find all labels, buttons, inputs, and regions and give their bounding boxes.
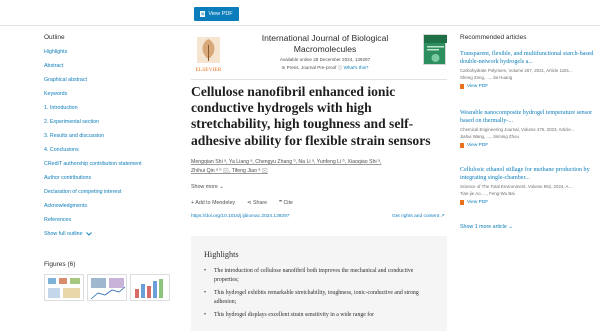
author-line-2[interactable]: Zhihui Qin ᵃ ᵇ 🖂, Tifeng Jiao ᵃ 🖂: [191, 167, 451, 176]
outline-item-conclusions[interactable]: 4. Conclusions: [44, 147, 174, 161]
recommended-article-authors: Tian-jie Ao, ..., Feng-Wu Bai: [460, 190, 515, 196]
add-mendeley-button[interactable]: + Add to Mendeley: [191, 200, 235, 206]
recommended-article: Transparent, flexible, and multifunction…: [460, 50, 595, 89]
share-button[interactable]: ⋖ Share: [247, 200, 267, 206]
elsevier-wordmark: ELSEVIER: [196, 67, 222, 73]
in-press-status: In Press, Journal Pre-proof ⓘ What's thi…: [281, 65, 369, 70]
highlights-heading: Highlights: [204, 250, 239, 259]
outline-item-highlights[interactable]: Highlights: [44, 49, 174, 63]
article-actions: + Add to Mendeley ⋖ Share ❞ Cite: [191, 200, 293, 206]
figure-thumbnail[interactable]: [44, 274, 84, 301]
recommended-article-authors: Sheng Zeng, ..., Jia Huang: [460, 74, 513, 80]
view-pdf-label: View PDF: [208, 11, 233, 17]
outline-sidebar: Outline Highlights Abstract Graphical ab…: [44, 34, 174, 237]
chevron-down-icon: [85, 232, 92, 236]
in-press-label: In Press, Journal Pre-proof: [281, 65, 337, 70]
journal-name[interactable]: International Journal of Biological Macr…: [235, 33, 415, 55]
recommended-article-source: Science of The Total Environment, Volume…: [460, 183, 573, 189]
journal-name-line1: International Journal of Biological: [261, 33, 389, 43]
top-toolbar: ▤ View PDF: [0, 0, 600, 26]
show-more-articles-link[interactable]: Show 1 more article ⌄: [460, 224, 513, 230]
chevron-down-icon: ⌄: [219, 184, 224, 190]
figure-thumbnail[interactable]: [87, 274, 127, 301]
outline-title: Outline: [44, 34, 65, 41]
article-title: Cellulose nanofibril enhanced ionic cond…: [191, 84, 431, 148]
author-line-1[interactable]: Mengqian Shi ᵃ, Ya Liang ᵃ, Chengyu Zhan…: [191, 158, 451, 167]
pdf-icon: ▤: [200, 11, 206, 17]
recommended-view-pdf[interactable]: View PDF: [460, 142, 595, 148]
highlight-item: The introduction of cellulose nanofibril…: [204, 267, 424, 285]
figures-grid: [44, 274, 170, 301]
recommended-heading: Recommended articles: [460, 34, 527, 41]
recommended-article-title[interactable]: Cellulosic ethanol stillage for methane …: [460, 166, 595, 183]
outline-item-keywords[interactable]: Keywords: [44, 91, 174, 105]
figure-thumbnail[interactable]: [130, 274, 170, 301]
recommended-article: Wearable nanocomposite hydrogel temperat…: [460, 109, 595, 148]
pdf-icon: [460, 199, 464, 205]
highlight-item: This hydrogel exhibits remarkable stretc…: [204, 289, 424, 307]
journal-name-line2: Macromolecules: [293, 44, 357, 54]
show-more-link[interactable]: Show more ⌄: [191, 184, 224, 190]
recommended-article: Cellulosic ethanol stillage for methane …: [460, 166, 595, 205]
outline-item-acknowledgments[interactable]: Acknowledgments: [44, 203, 174, 217]
outline-list: Highlights Abstract Graphical abstract K…: [44, 49, 174, 231]
highlights-list: The introduction of cellulose nanofibril…: [204, 267, 424, 324]
chevron-down-icon: ⌄: [508, 224, 513, 230]
rights-label: Get rights and content: [392, 214, 440, 219]
show-full-outline-label: Show full outline: [44, 231, 83, 237]
pdf-icon: [460, 142, 464, 148]
available-online: Available online 28 December 2024, 13929…: [279, 57, 371, 62]
recommended-article-title[interactable]: Wearable nanocomposite hydrogel temperat…: [460, 109, 595, 126]
view-pdf-label: View PDF: [467, 199, 489, 205]
show-more-articles-label: Show 1 more article: [460, 224, 507, 230]
rights-link[interactable]: Get rights and content ↗: [392, 214, 445, 219]
view-pdf-button[interactable]: ▤ View PDF: [194, 7, 239, 21]
show-more-label: Show more: [191, 184, 218, 190]
cite-button[interactable]: ❞ Cite: [279, 200, 293, 206]
share-label: Share: [252, 200, 268, 206]
pdf-icon: [460, 83, 464, 89]
outline-item-introduction[interactable]: 1. Introduction: [44, 105, 174, 119]
outline-item-credit[interactable]: CRediT authorship contribution statement: [44, 161, 174, 175]
outline-item-declaration[interactable]: Declaration of competing interest: [44, 189, 174, 203]
outline-item-results[interactable]: 3. Results and discussion: [44, 133, 174, 147]
recommended-view-pdf[interactable]: View PDF: [460, 199, 595, 205]
figures-heading: Figures (6): [44, 261, 76, 268]
highlight-item: This hydrogel displays excellent strain …: [204, 311, 424, 320]
outline-item-author-contributions[interactable]: Author contributions: [44, 175, 174, 189]
show-full-outline-link[interactable]: Show full outline: [44, 231, 174, 237]
recommended-article-title[interactable]: Transparent, flexible, and multifunction…: [460, 50, 595, 67]
header-divider: [191, 79, 447, 80]
journal-cover-image[interactable]: [423, 34, 447, 65]
doi-link[interactable]: https://doi.org/10.1016/j.ijbiomac.2024.…: [191, 214, 289, 219]
outline-item-graphical-abstract[interactable]: Graphical abstract: [44, 77, 174, 91]
view-pdf-label: View PDF: [467, 142, 489, 148]
recommended-article-source: Carbohydrate Polymers, Volume 267, 2021,…: [460, 67, 573, 73]
outline-item-experimental[interactable]: 2. Experimental section: [44, 119, 174, 133]
outline-item-abstract[interactable]: Abstract: [44, 63, 174, 77]
outline-item-references[interactable]: References: [44, 217, 174, 231]
recommended-article-authors: Jiahui Wang, ..., Jinming Zhou: [460, 133, 519, 139]
external-link-icon: ↗: [440, 214, 445, 219]
recommended-view-pdf[interactable]: View PDF: [460, 83, 595, 89]
add-mendeley-label: Add to Mendeley: [195, 200, 236, 206]
cite-label: Cite: [283, 200, 293, 206]
elsevier-logo[interactable]: ELSEVIER: [191, 35, 226, 75]
view-pdf-label: View PDF: [467, 83, 489, 89]
recommended-article-source: Chemical Engineering Journal, Volume 476…: [460, 126, 575, 132]
whats-this-link[interactable]: What's this?: [344, 65, 369, 70]
author-list: Mengqian Shi ᵃ, Ya Liang ᵃ, Chengyu Zhan…: [191, 158, 451, 176]
